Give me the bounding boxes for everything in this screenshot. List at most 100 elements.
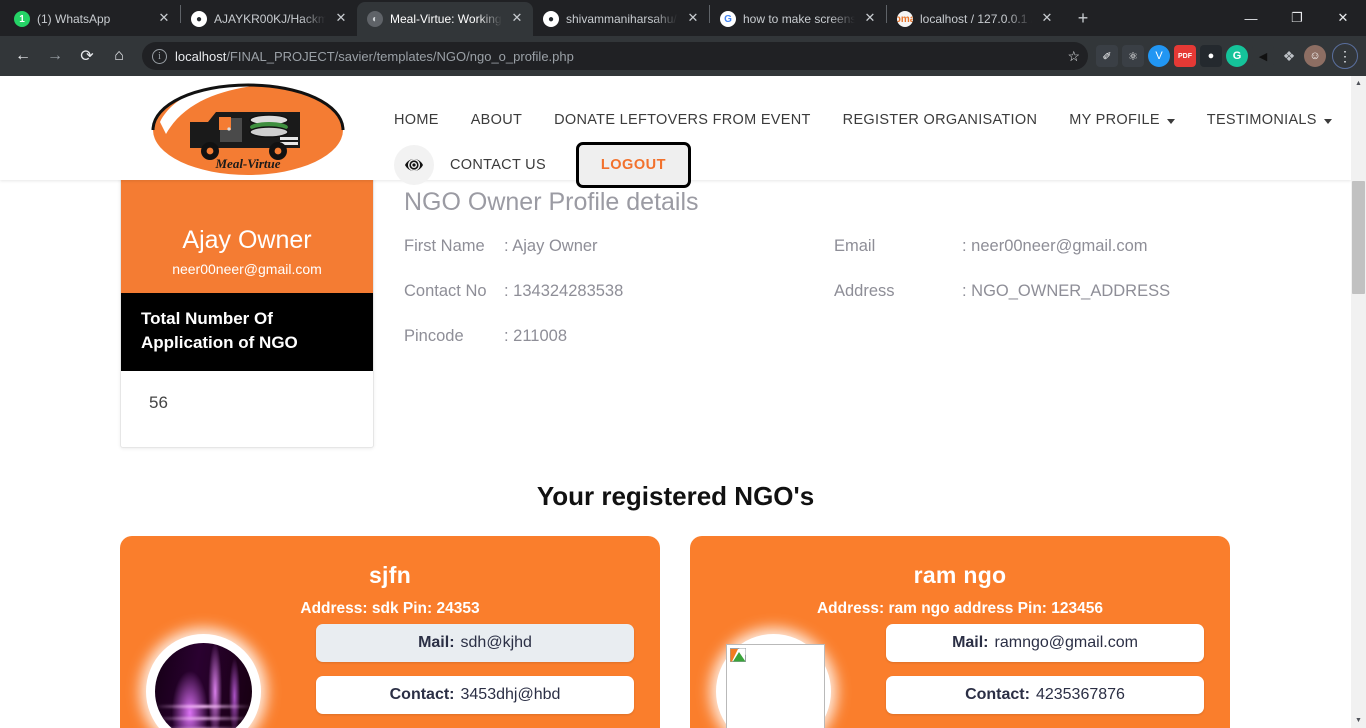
detail-row-first-name: First Name : Ajay Owner bbox=[404, 237, 834, 256]
browser-menu-button[interactable]: ⋮ bbox=[1332, 43, 1358, 69]
minimize-button[interactable]: — bbox=[1228, 0, 1274, 36]
github-icon: ● bbox=[543, 11, 559, 27]
nav-label: CONTACT US bbox=[450, 157, 546, 173]
nav-label: REGISTER ORGANISATION bbox=[842, 112, 1038, 128]
site-header: Meal-Virtue HOME ABOUT DONATE LEFTOVERS … bbox=[0, 76, 1351, 188]
ngo-address: Address: sdk Pin: 24353 bbox=[300, 600, 480, 617]
profile-avatar[interactable]: ☺ bbox=[1304, 45, 1326, 67]
details-grid: First Name : Ajay Owner Contact No : 134… bbox=[404, 237, 1351, 372]
ngo-avatar bbox=[136, 624, 316, 728]
ngo-card-grid: sjfn Address: sdk Pin: 24353 Mail: sdh@k… bbox=[120, 536, 1231, 728]
profile-email: neer00neer@gmail.com bbox=[172, 261, 322, 277]
tab-close-icon[interactable]: ✕ bbox=[685, 11, 701, 27]
site-info-icon[interactable]: i bbox=[152, 48, 167, 64]
browser-tab[interactable]: ● AJAYKR00KJ/Hackmania ✕ bbox=[181, 2, 357, 36]
svg-text:Meal-Virtue: Meal-Virtue bbox=[214, 156, 280, 171]
address-bar[interactable]: i localhost/FINAL_PROJECT/savier/templat… bbox=[142, 42, 1088, 70]
tab-close-icon[interactable]: ✕ bbox=[1039, 11, 1055, 27]
puzzle-extension-icon[interactable]: ❖ bbox=[1278, 45, 1300, 67]
tab-close-icon[interactable]: ✕ bbox=[333, 11, 349, 27]
browser-tab[interactable]: ● shivammaniharsahu/Fo ✕ bbox=[533, 2, 709, 36]
profile-summary-card: Ajay Owner neer00neer@gmail.com Total Nu… bbox=[120, 160, 374, 448]
nav-item-about[interactable]: ABOUT bbox=[455, 104, 538, 136]
home-button[interactable]: ⌂ bbox=[104, 41, 134, 71]
github-icon: ● bbox=[191, 11, 207, 27]
whatsapp-icon: 1 bbox=[14, 11, 30, 27]
forward-button[interactable]: → bbox=[40, 41, 70, 71]
nav-label: DONATE LEFTOVERS FROM EVENT bbox=[554, 112, 811, 128]
detail-label: First Name bbox=[404, 237, 485, 255]
ngo-mail-field[interactable]: Mail: sdh@kjhd bbox=[316, 624, 634, 662]
browser-tab-active[interactable]: ◐ Meal-Virtue: Working fo ✕ bbox=[357, 2, 533, 36]
browser-toolbar: ← → ⟳ ⌂ i localhost/FINAL_PROJECT/savier… bbox=[0, 36, 1366, 76]
vimium-extension-icon[interactable]: V bbox=[1148, 45, 1170, 67]
github-extension-icon[interactable]: ● bbox=[1200, 45, 1222, 67]
react-devtools-extension-icon[interactable]: ⚛ bbox=[1122, 45, 1144, 67]
close-window-button[interactable]: ✕ bbox=[1320, 0, 1366, 36]
detail-value: : Ajay Owner bbox=[504, 237, 598, 255]
browser-window: 1 (1) WhatsApp ✕ ● AJAYKR00KJ/Hackmania … bbox=[0, 0, 1366, 728]
scroll-down-arrow[interactable]: ▼ bbox=[1351, 713, 1366, 728]
bookmark-star-icon[interactable]: ☆ bbox=[1067, 48, 1080, 65]
profile-name: Ajay Owner bbox=[182, 226, 312, 254]
browser-tab[interactable]: G how to make screensho ✕ bbox=[710, 2, 886, 36]
ngo-mail-value: sdh@kjhd bbox=[460, 634, 532, 651]
reload-button[interactable]: ⟳ bbox=[72, 41, 102, 71]
new-tab-button[interactable]: + bbox=[1069, 5, 1097, 33]
browser-tab[interactable]: pma localhost / 127.0.0.1 / fo ✕ bbox=[887, 2, 1063, 36]
window-controls: — ❐ ✕ bbox=[1228, 0, 1366, 36]
tab-close-icon[interactable]: ✕ bbox=[509, 11, 525, 27]
nav-label: MY PROFILE bbox=[1069, 112, 1160, 128]
ngo-contact-value: 3453dhj@hbd bbox=[460, 686, 561, 703]
eyedropper-extension-icon[interactable]: ✐ bbox=[1096, 45, 1118, 67]
scroll-up-arrow[interactable]: ▲ bbox=[1351, 76, 1366, 91]
extension-toolbar: ✐ ⚛ V PDF ● G ◀ ❖ ☺ bbox=[1096, 45, 1326, 67]
nav-item-testimonials[interactable]: TESTIMONIALS bbox=[1191, 104, 1348, 136]
ngo-section-title: Your registered NGO's bbox=[536, 481, 815, 511]
grammarly-extension-icon[interactable]: G bbox=[1226, 45, 1248, 67]
nav-item-contact-us[interactable]: CONTACT US bbox=[434, 149, 562, 181]
detail-value: : neer00neer@gmail.com bbox=[962, 237, 1148, 255]
ngo-contact-field[interactable]: Contact: 3453dhj@hbd bbox=[316, 676, 634, 714]
back-button[interactable]: ← bbox=[8, 41, 38, 71]
nav-label: TESTIMONIALS bbox=[1206, 112, 1317, 128]
accessibility-eye-button[interactable] bbox=[394, 145, 434, 185]
ngo-card[interactable]: sjfn Address: sdk Pin: 24353 Mail: sdh@k… bbox=[120, 536, 660, 728]
logout-button[interactable]: LOGOUT bbox=[575, 142, 691, 188]
browser-tab[interactable]: 1 (1) WhatsApp ✕ bbox=[4, 2, 180, 36]
tab-title: shivammaniharsahu/Fo bbox=[566, 12, 678, 26]
eye-lens-icon bbox=[405, 159, 423, 171]
globe-icon: ◐ bbox=[367, 11, 383, 27]
nav-item-home[interactable]: HOME bbox=[378, 104, 455, 136]
broken-image-icon bbox=[726, 644, 825, 728]
maximize-button[interactable]: ❐ bbox=[1274, 0, 1320, 36]
fish-extension-icon[interactable]: ◀ bbox=[1252, 45, 1274, 67]
scrollbar-thumb[interactable] bbox=[1352, 181, 1365, 294]
ngo-mail-field[interactable]: Mail: ramngo@gmail.com bbox=[886, 624, 1204, 662]
detail-value: : 211008 bbox=[504, 327, 568, 345]
tab-close-icon[interactable]: ✕ bbox=[156, 11, 172, 27]
ngo-card-body: Mail: sdh@kjhd Contact: 3453dhj@hbd bbox=[136, 624, 644, 728]
ngo-avatar bbox=[706, 624, 886, 728]
nav-item-register-organisation[interactable]: REGISTER ORGANISATION bbox=[827, 104, 1054, 136]
url-path: /FINAL_PROJECT/savier/templates/NGO/ngo_… bbox=[226, 48, 574, 64]
pdf-extension-icon[interactable]: PDF bbox=[1174, 45, 1196, 67]
nav-item-my-profile[interactable]: MY PROFILE bbox=[1053, 104, 1191, 136]
site-logo[interactable]: Meal-Virtue bbox=[150, 82, 350, 183]
page-scrollbar[interactable]: ▲ ▼ bbox=[1351, 76, 1366, 728]
details-column-left: First Name : Ajay Owner Contact No : 134… bbox=[404, 237, 834, 372]
page-viewport: Ajay Owner neer00neer@gmail.com Total Nu… bbox=[0, 76, 1366, 728]
chevron-down-icon bbox=[1323, 118, 1332, 124]
nav-item-donate-leftovers[interactable]: DONATE LEFTOVERS FROM EVENT bbox=[538, 104, 827, 136]
nav-label: HOME bbox=[394, 112, 439, 128]
detail-value: : 134324283538 bbox=[504, 282, 624, 300]
ngo-contact-label: Contact: bbox=[389, 686, 455, 703]
profile-section: Ajay Owner neer00neer@gmail.com Total Nu… bbox=[0, 160, 1351, 448]
tab-close-icon[interactable]: ✕ bbox=[862, 11, 878, 27]
chevron-down-icon bbox=[1166, 118, 1175, 124]
ngo-contact-field[interactable]: Contact: 4235367876 bbox=[886, 676, 1204, 714]
detail-label: Address bbox=[834, 282, 895, 300]
site-nav: HOME ABOUT DONATE LEFTOVERS FROM EVENT R… bbox=[350, 82, 1351, 188]
ngo-card[interactable]: ram ngo Address: ram ngo address Pin: 12… bbox=[690, 536, 1230, 728]
broken-image-glyph bbox=[730, 648, 746, 662]
